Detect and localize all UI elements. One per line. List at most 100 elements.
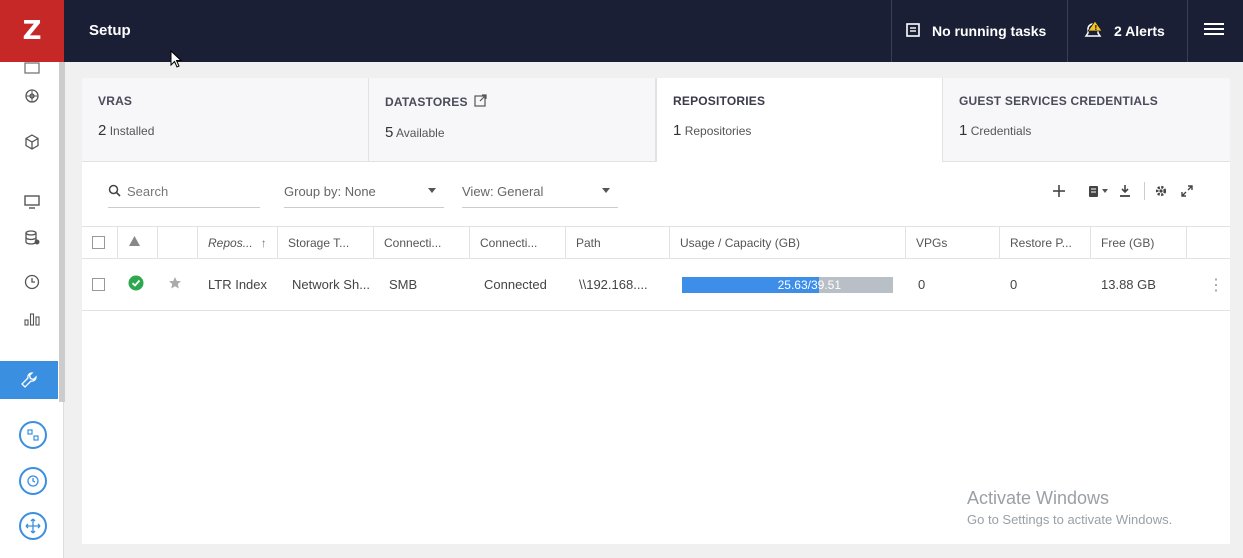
monitor-icon[interactable] bbox=[20, 190, 44, 214]
column-label: Storage T... bbox=[288, 235, 350, 250]
column-label: Repos... bbox=[208, 235, 253, 250]
tasks-icon bbox=[906, 22, 920, 40]
grid-toolbar: Search Group by: None View: General bbox=[82, 162, 1230, 222]
clock-icon[interactable] bbox=[20, 270, 44, 294]
column-label: Connecti... bbox=[480, 235, 538, 250]
watermark-title: Activate Windows bbox=[967, 488, 1110, 508]
history-icon[interactable] bbox=[19, 467, 47, 495]
network-icon[interactable] bbox=[20, 84, 44, 108]
column-header-free[interactable]: Free (GB) bbox=[1091, 227, 1187, 258]
summary-tabs: VRAS 2 Installed DATASTORES 5 Available … bbox=[82, 78, 1230, 162]
tab-count: 1 bbox=[959, 122, 968, 139]
mail-icon[interactable] bbox=[20, 56, 44, 80]
column-header-connection-type[interactable]: Connecti... bbox=[374, 227, 470, 258]
favorite-column-header[interactable] bbox=[158, 227, 198, 258]
bar-chart-icon[interactable] bbox=[20, 306, 44, 330]
usage-label: 25.63/39.51 bbox=[777, 277, 841, 292]
select-all-cell bbox=[82, 227, 118, 258]
column-header-storage-type[interactable]: Storage T... bbox=[278, 227, 374, 258]
usage-bar: 25.63/39.51 bbox=[682, 276, 893, 293]
status-ok-icon bbox=[128, 275, 144, 294]
expand-icon[interactable] bbox=[1178, 182, 1196, 200]
tab-datastores[interactable]: DATASTORES 5 Available bbox=[369, 78, 656, 162]
cube-icon[interactable] bbox=[20, 130, 44, 154]
chevron-down-icon bbox=[602, 188, 610, 193]
svg-text:!: ! bbox=[1094, 24, 1097, 32]
table-row[interactable]: LTR Index Network Sh... SMB Connected \\… bbox=[82, 259, 1230, 311]
column-header-vpgs[interactable]: VPGs bbox=[906, 227, 1000, 258]
tasks-label: No running tasks bbox=[932, 23, 1047, 39]
tab-guest-services-credentials[interactable]: GUEST SERVICES CREDENTIALS 1 Credentials bbox=[943, 78, 1230, 162]
star-icon[interactable] bbox=[168, 276, 182, 293]
running-tasks-button[interactable]: No running tasks bbox=[906, 0, 1046, 62]
columns-dropdown-icon[interactable] bbox=[1100, 182, 1110, 200]
repository-name-cell[interactable]: LTR Index bbox=[198, 259, 278, 310]
search-placeholder: Search bbox=[127, 184, 169, 199]
tab-title: GUEST SERVICES CREDENTIALS bbox=[959, 94, 1159, 108]
column-header-path[interactable]: Path bbox=[566, 227, 670, 258]
free-cell: 13.88 GB bbox=[1101, 277, 1156, 292]
column-label: VPGs bbox=[916, 235, 948, 250]
sidebar-scrollbar[interactable] bbox=[59, 62, 65, 402]
search-input[interactable]: Search bbox=[108, 184, 260, 208]
gear-icon[interactable] bbox=[1152, 182, 1170, 200]
tab-unit: Repositories bbox=[684, 124, 752, 138]
status-cell bbox=[118, 259, 158, 310]
connection-status-cell: Connected bbox=[484, 277, 547, 292]
favorite-cell bbox=[158, 259, 198, 310]
status-column-header[interactable] bbox=[118, 227, 158, 258]
column-header-usage[interactable]: Usage / Capacity (GB) bbox=[670, 227, 906, 258]
tab-repositories[interactable]: REPOSITORIES 1 Repositories bbox=[656, 78, 943, 162]
sidebar bbox=[0, 62, 64, 558]
download-icon[interactable] bbox=[1116, 182, 1134, 200]
restore-icon[interactable] bbox=[19, 421, 47, 449]
tab-vras[interactable]: VRAS 2 Installed bbox=[82, 78, 369, 162]
chevron-down-icon bbox=[428, 188, 436, 193]
grid-header: Repos... ↑ Storage T... Connecti... Conne… bbox=[82, 226, 1230, 259]
column-header-repository[interactable]: Repos... ↑ bbox=[198, 227, 278, 258]
hamburger-menu-icon[interactable] bbox=[1204, 20, 1224, 40]
add-icon[interactable] bbox=[1050, 182, 1068, 200]
mouse-cursor-icon bbox=[170, 50, 183, 68]
row-select-cell bbox=[82, 259, 118, 310]
select-all-checkbox[interactable] bbox=[92, 236, 105, 249]
tab-count: 5 bbox=[385, 124, 394, 141]
group-by-value: Group by: None bbox=[284, 184, 376, 199]
group-by-dropdown[interactable]: Group by: None bbox=[284, 184, 444, 208]
divider bbox=[1187, 0, 1188, 62]
sort-arrow-up-icon[interactable]: ↑ bbox=[261, 236, 267, 250]
column-label: Free (GB) bbox=[1101, 235, 1155, 250]
watermark-subtitle: Go to Settings to activate Windows. bbox=[967, 512, 1173, 527]
column-label: Connecti... bbox=[384, 235, 442, 250]
column-header-restore-points[interactable]: Restore P... bbox=[1000, 227, 1091, 258]
view-dropdown[interactable]: View: General bbox=[462, 184, 618, 208]
row-more-options-icon[interactable]: ⋮ bbox=[1198, 259, 1228, 310]
alerts-button[interactable]: ! 2 Alerts bbox=[1082, 0, 1165, 62]
connection-type-cell: SMB bbox=[389, 277, 418, 292]
top-bar: Z Setup No running tasks ! 2 Alerts bbox=[0, 0, 1243, 62]
divider bbox=[891, 0, 892, 62]
move-icon[interactable] bbox=[19, 512, 47, 540]
tab-title: VRAS bbox=[98, 94, 133, 108]
usage-cell: 25.63/39.51 bbox=[672, 259, 908, 310]
tab-count: 1 bbox=[673, 122, 682, 139]
storage-type-cell: Network Sh... bbox=[292, 277, 371, 292]
divider bbox=[1067, 0, 1068, 62]
row-checkbox[interactable] bbox=[92, 278, 105, 291]
tab-count: 2 bbox=[98, 122, 107, 139]
search-icon bbox=[108, 184, 121, 200]
path-cell: \\192.168.... bbox=[579, 277, 648, 292]
database-icon[interactable] bbox=[20, 226, 44, 250]
restore-points-cell: 0 bbox=[1010, 277, 1018, 292]
toolbar-divider bbox=[1144, 182, 1145, 200]
tab-unit: Available bbox=[396, 126, 445, 140]
alerts-label: 2 Alerts bbox=[1114, 23, 1165, 39]
app-logo[interactable]: Z bbox=[0, 0, 64, 62]
column-label: Path bbox=[576, 235, 601, 250]
wrench-icon[interactable] bbox=[0, 361, 58, 399]
view-value: View: General bbox=[462, 184, 544, 199]
external-link-icon[interactable] bbox=[474, 94, 487, 110]
column-header-connection-status[interactable]: Connecti... bbox=[470, 227, 566, 258]
page-title: Setup bbox=[89, 22, 131, 39]
tab-title: DATASTORES bbox=[385, 95, 468, 109]
